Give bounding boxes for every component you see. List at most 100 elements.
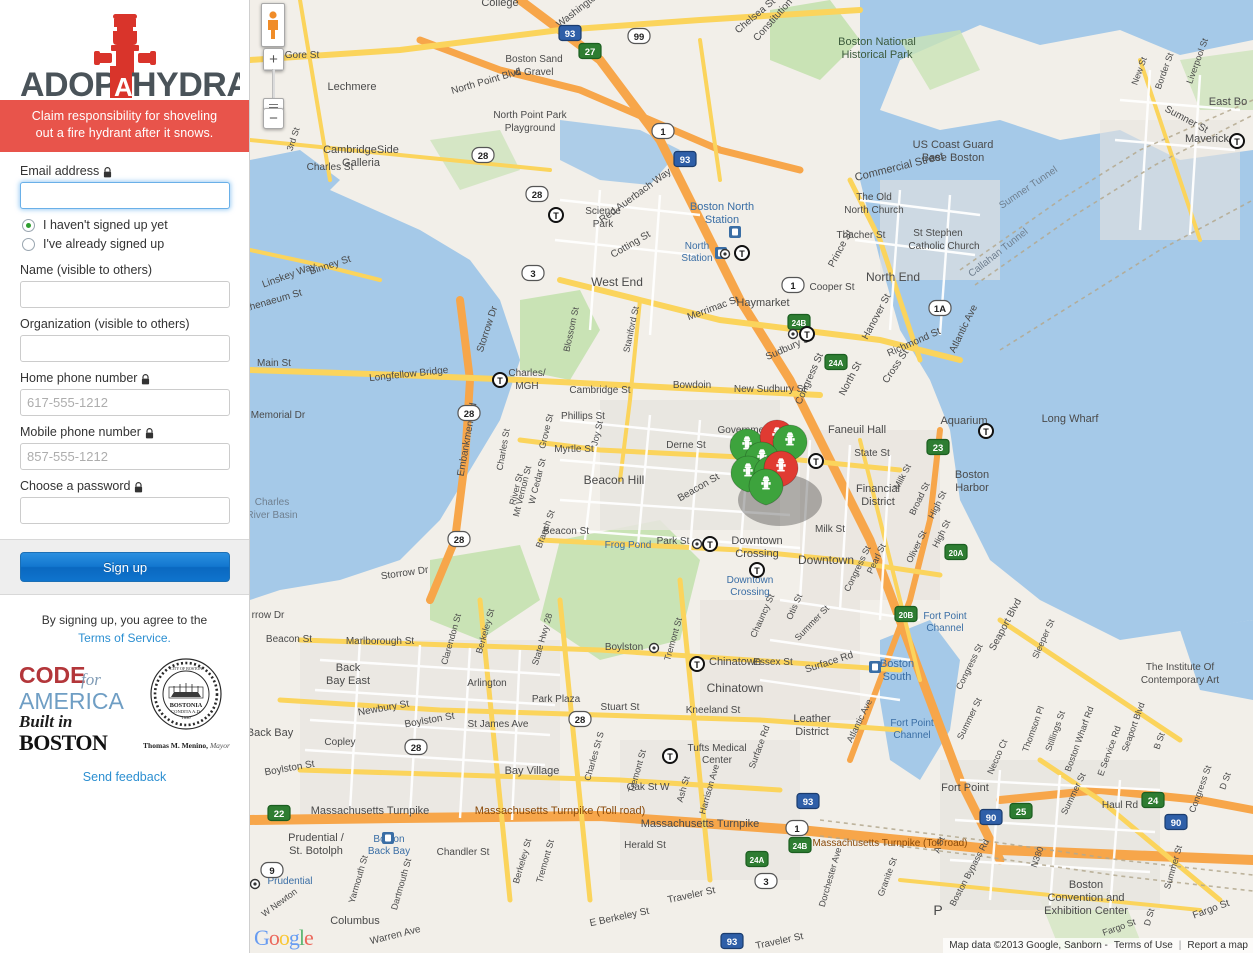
radio-new-icon[interactable] bbox=[22, 218, 35, 232]
sign-up-button[interactable]: Sign up bbox=[20, 552, 230, 582]
map-label: Beacon Hill bbox=[584, 473, 645, 487]
transit-station-icon: T bbox=[662, 748, 678, 764]
map-label: Catholic Church bbox=[908, 241, 979, 252]
map-label: St Stephen bbox=[913, 228, 962, 239]
highway-shield: 90 bbox=[979, 808, 1003, 826]
built-in-text: Built in bbox=[19, 712, 72, 731]
mayor-credit: Thomas M. Menino, Mayor bbox=[143, 741, 230, 750]
radio-row-new[interactable]: I haven't signed up yet bbox=[20, 218, 229, 232]
organization-input[interactable] bbox=[20, 335, 230, 362]
map-label: Kneeland St bbox=[686, 705, 741, 716]
zoom-out-button[interactable]: − bbox=[263, 108, 284, 129]
transit-station-icon bbox=[691, 538, 703, 550]
map-label: Boston Sand bbox=[505, 54, 562, 65]
shield-label: 28 bbox=[464, 409, 475, 420]
signup-status-radios: I haven't signed up yet I've already sig… bbox=[20, 218, 229, 251]
shield-label: 1 bbox=[790, 281, 796, 292]
map-label: Herald St bbox=[624, 840, 666, 851]
mayor-name: Thomas M. Menino, bbox=[143, 741, 209, 750]
signup-action-band: Sign up bbox=[0, 539, 249, 595]
map-label: Playground bbox=[505, 123, 556, 134]
send-feedback-link[interactable]: Send feedback bbox=[83, 770, 166, 784]
home-phone-input[interactable] bbox=[20, 389, 230, 416]
radio-existing-icon[interactable] bbox=[22, 237, 35, 251]
terms-of-use-link[interactable]: Terms of Use bbox=[1114, 940, 1173, 951]
shield-label: 99 bbox=[634, 32, 645, 43]
zoom-in-button[interactable]: + bbox=[264, 49, 283, 70]
code-for-america-logo: CODE for AMERICA Built in BOSTON bbox=[18, 655, 131, 756]
mobile-phone-input[interactable] bbox=[20, 443, 230, 470]
map-label: Beacon St bbox=[266, 634, 312, 645]
zoom-controls[interactable]: + bbox=[263, 48, 284, 71]
email-input[interactable] bbox=[20, 182, 230, 209]
map-label: Faneuil Hall bbox=[828, 424, 886, 436]
map-attribution: Map data ©2013 Google, Sanborn - Terms o… bbox=[943, 938, 1253, 953]
svg-text:T: T bbox=[553, 211, 559, 221]
shield-label: 20B bbox=[899, 611, 914, 620]
shield-label: 24A bbox=[829, 359, 844, 368]
map-label: Essex St bbox=[753, 657, 793, 668]
highway-shield: 9 bbox=[260, 861, 284, 879]
cfa-code-text: CODE bbox=[19, 662, 85, 688]
partner-badges: CODE for AMERICA Built in BOSTON BOSTONI… bbox=[18, 655, 231, 756]
map-label: Phillips St bbox=[561, 411, 605, 422]
map-label: Fort Point bbox=[923, 611, 967, 622]
map-label: Myrtle St bbox=[554, 444, 594, 455]
field-organization: Organization (visible to others) bbox=[20, 317, 230, 362]
map-label: Tufts Medical bbox=[687, 743, 746, 754]
map-label: Aquarium bbox=[940, 415, 987, 427]
map-label: Station bbox=[681, 253, 712, 264]
map-label: P bbox=[933, 902, 942, 918]
seal-year-text: 1630 bbox=[182, 715, 192, 720]
pegman-icon bbox=[268, 11, 278, 39]
tagline-banner: Claim responsibility for shoveling out a… bbox=[0, 100, 249, 152]
map-label: District bbox=[861, 496, 895, 508]
map-label: Haymarket bbox=[736, 297, 789, 309]
terms-of-service-link[interactable]: Terms of Service. bbox=[78, 631, 171, 645]
map-label: Park St bbox=[657, 536, 690, 547]
label-mobile-phone-text: Mobile phone number bbox=[20, 425, 141, 439]
transit-station-icon: T bbox=[799, 326, 815, 342]
map-label: Center bbox=[702, 755, 733, 766]
map-label: Contemporary Art bbox=[1141, 675, 1220, 686]
transit-station-icon bbox=[787, 328, 799, 340]
map-label: Massachusetts Turnpike bbox=[311, 805, 430, 817]
label-home-phone: Home phone number bbox=[20, 371, 229, 385]
highway-shield: 28 bbox=[457, 404, 481, 422]
highway-shield: 1 bbox=[651, 122, 675, 140]
signup-form: Email address I haven't signed up yet I'… bbox=[0, 152, 249, 539]
map-label: Main St bbox=[257, 358, 291, 369]
shield-label: 24A bbox=[750, 856, 765, 865]
password-input[interactable] bbox=[20, 497, 230, 524]
map-label: Boston National bbox=[838, 36, 916, 48]
brand-logo[interactable]: ADOPT HYDRANT A bbox=[0, 0, 249, 100]
transit-station-icon: T bbox=[978, 423, 994, 439]
map-label: River Basin bbox=[250, 510, 298, 521]
highway-shield: 1 bbox=[785, 819, 809, 837]
map-canvas[interactable]: CollegeWashington StChelsea StConstituti… bbox=[250, 0, 1253, 953]
radio-row-existing[interactable]: I've already signed up bbox=[20, 237, 229, 251]
highway-shield: 93 bbox=[720, 932, 744, 950]
highway-shield: 1A bbox=[928, 299, 952, 317]
highway-shield: 99 bbox=[627, 27, 651, 45]
shield-label: 22 bbox=[274, 809, 285, 820]
field-password: Choose a password bbox=[20, 479, 230, 524]
label-email: Email address bbox=[20, 164, 229, 178]
map-label: Gore St bbox=[285, 50, 320, 61]
name-input[interactable] bbox=[20, 281, 230, 308]
map-label: Exhibition Center bbox=[1044, 905, 1128, 917]
map-label: St. Botolph bbox=[289, 845, 343, 857]
highway-shield: 24A bbox=[824, 353, 848, 371]
shield-label: 1 bbox=[794, 824, 800, 835]
highway-shield: 90 bbox=[1164, 813, 1188, 831]
map-label: Channel bbox=[893, 730, 930, 741]
map-label: Chandler St bbox=[437, 847, 490, 858]
highway-shield: 28 bbox=[568, 710, 592, 728]
shield-label: 3 bbox=[530, 269, 535, 280]
report-map-link[interactable]: Report a map bbox=[1187, 940, 1248, 951]
map-label: Arlington bbox=[467, 678, 506, 689]
field-home-phone: Home phone number bbox=[20, 371, 230, 416]
street-view-pegman-control[interactable] bbox=[261, 3, 285, 47]
sidebar: ADOPT HYDRANT A Claim responsibility for… bbox=[0, 0, 250, 953]
page-root: ADOPT HYDRANT A Claim responsibility for… bbox=[0, 0, 1253, 953]
